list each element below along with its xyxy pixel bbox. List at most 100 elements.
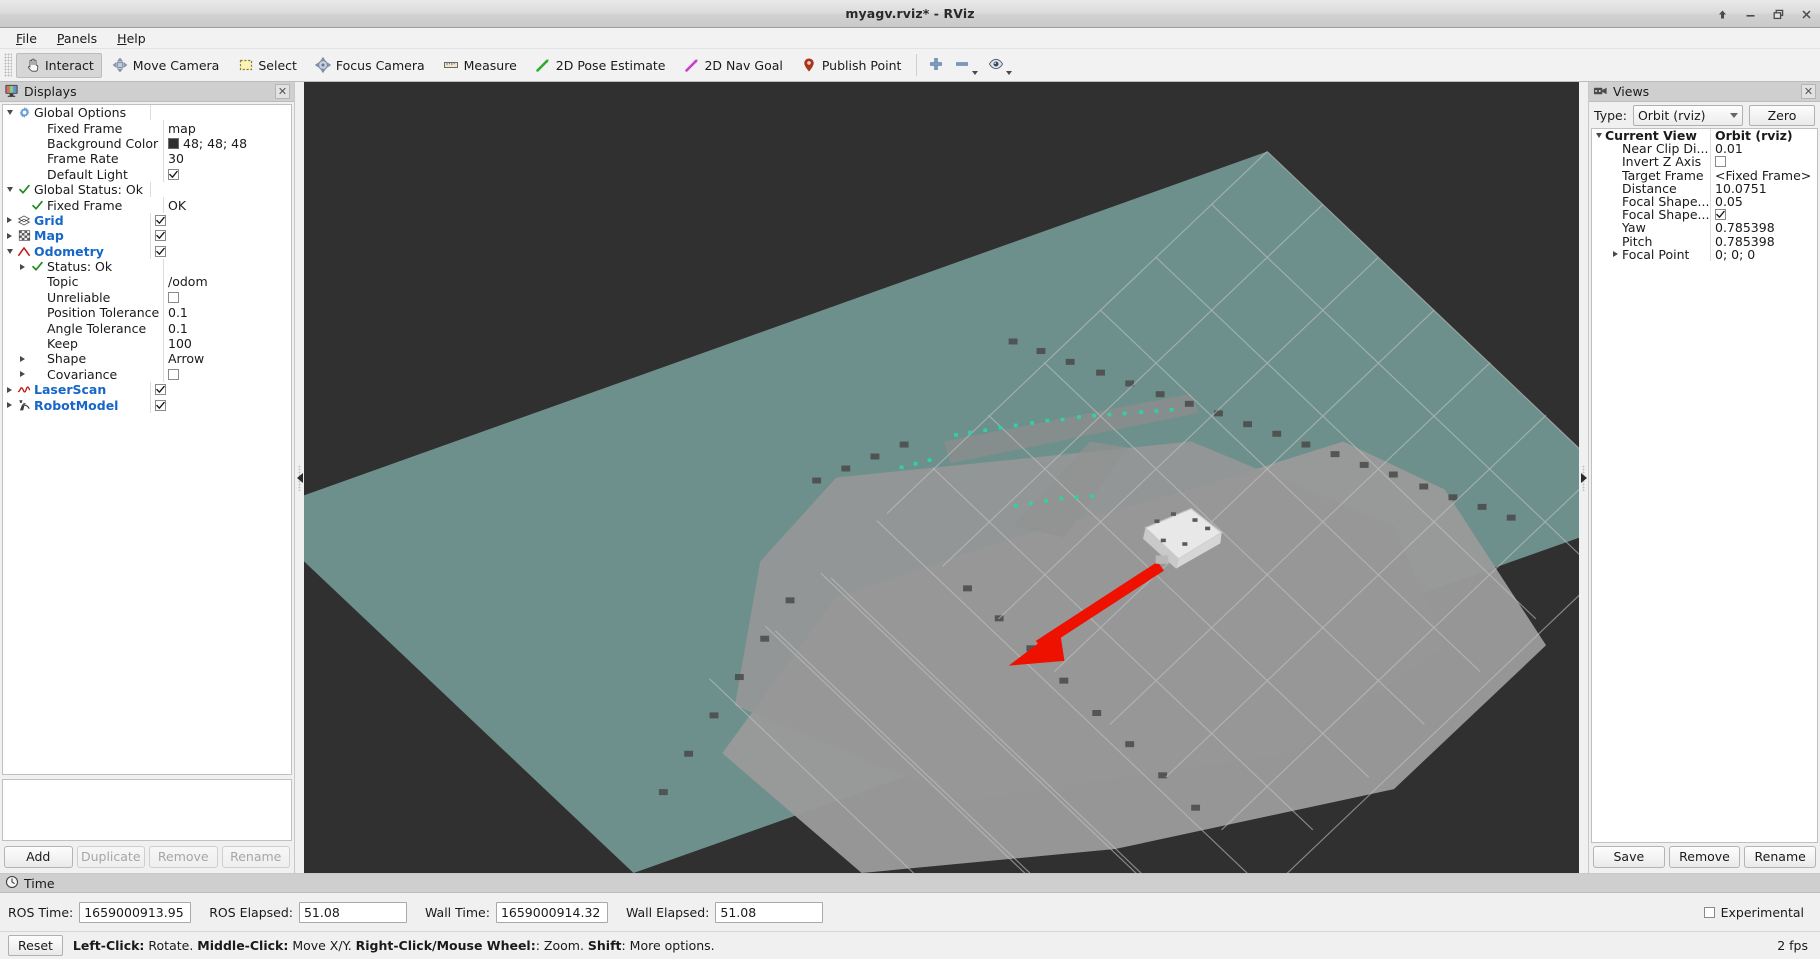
wall-elapsed-input[interactable]: 51.08 — [715, 901, 824, 923]
views-tree[interactable]: Current View Orbit (rviz) Near Clip Di... 0… — [1591, 128, 1818, 843]
minimize-button[interactable] — [1743, 7, 1758, 22]
menu-help[interactable]: Help — [108, 29, 155, 48]
remove-tool-button[interactable] — [951, 53, 981, 78]
view-row-current-view[interactable]: Current View Orbit (rviz) — [1592, 129, 1817, 143]
expand-arrow-right-icon[interactable] — [16, 355, 29, 362]
rename-view-button[interactable]: Rename — [1744, 845, 1817, 868]
view-row-value[interactable]: 0.05 — [1710, 194, 1817, 209]
display-row-value[interactable]: 0.1 — [163, 305, 291, 321]
remove-view-button[interactable]: Remove — [1668, 845, 1741, 868]
view-row-value[interactable] — [1710, 208, 1817, 222]
view-invert-z-axis-checkbox[interactable] — [1715, 156, 1726, 168]
display-row-value[interactable] — [150, 382, 291, 398]
display-row-value[interactable]: 48; 48; 48 — [163, 135, 291, 152]
display-row-robotmodel[interactable]: RobotModel — [3, 397, 291, 413]
right-splitter-handle[interactable] — [1579, 82, 1588, 873]
display-row-fixed-frame[interactable]: Fixed Frame map — [3, 120, 291, 136]
view-row-focal-shape-fixed-size[interactable]: Focal Shape... — [1592, 207, 1817, 222]
menu-panels[interactable]: Panels — [48, 29, 106, 48]
display-robotmodel-checkbox[interactable] — [155, 399, 166, 411]
reset-button[interactable]: Reset — [8, 935, 63, 956]
wall-time-input[interactable]: 1659000914.32 — [495, 901, 608, 923]
zero-view-button[interactable]: Zero — [1749, 104, 1815, 126]
display-row-value[interactable]: OK — [163, 197, 291, 213]
view-row-value[interactable]: 0.785398 — [1710, 221, 1817, 235]
tool-visibility-button[interactable] — [985, 53, 1015, 78]
add-display-button[interactable]: Add — [4, 845, 73, 868]
display-row-value[interactable]: Arrow — [163, 351, 291, 367]
display-odometry-unreliable-checkbox[interactable] — [168, 291, 179, 303]
tool-publish-point[interactable]: Publish Point — [793, 53, 910, 78]
tool-move-camera[interactable]: Move Camera — [104, 53, 228, 78]
tool-select[interactable]: Select — [229, 53, 305, 78]
display-row-frame-rate[interactable]: Frame Rate 30 — [3, 151, 291, 167]
display-default-light-checkbox[interactable] — [168, 168, 179, 180]
display-row-default-light[interactable]: Default Light — [3, 166, 291, 182]
view-row-near-clip-distance[interactable]: Near Clip Di... 0.01 — [1592, 141, 1817, 156]
display-row-odometry-status[interactable]: Status: Ok — [3, 258, 291, 275]
view-row-distance[interactable]: Distance 10.0751 — [1592, 181, 1817, 196]
view-row-value[interactable]: 10.0751 — [1710, 181, 1817, 195]
display-row-odometry-topic[interactable]: Topic/odom — [3, 274, 291, 290]
expand-arrow-down-icon[interactable] — [1592, 133, 1605, 139]
remove-display-button[interactable]: Remove — [149, 845, 218, 868]
expand-arrow-down-icon[interactable] — [3, 187, 16, 193]
duplicate-display-button[interactable]: Duplicate — [76, 845, 145, 868]
tool-focus-camera[interactable]: Focus Camera — [307, 53, 433, 78]
display-row-odometry-keep[interactable]: Keep 100 — [3, 335, 291, 352]
display-row-odometry-position-tolerance[interactable]: Position Tolerance 0.1 — [3, 305, 291, 321]
display-row-odometry-unreliable[interactable]: Unreliable — [3, 289, 291, 306]
view-row-focal-point[interactable]: Focal Point 0; 0; 0 — [1592, 247, 1817, 262]
experimental-toggle[interactable]: Experimental — [1703, 905, 1812, 920]
display-row-value[interactable] — [150, 212, 291, 229]
display-row-value[interactable]: /odom — [163, 274, 291, 290]
display-row-value[interactable]: 30 — [163, 151, 291, 167]
rename-display-button[interactable]: Rename — [221, 845, 290, 868]
view-focal-shape-fixed-size-checkbox[interactable] — [1715, 209, 1726, 221]
view-row-value[interactable]: 0.785398 — [1710, 234, 1817, 248]
view-row-pitch[interactable]: Pitch 0.785398 — [1592, 234, 1817, 249]
display-row-background-color[interactable]: Background Color 48; 48; 48 — [3, 135, 291, 152]
display-row-value[interactable] — [150, 397, 291, 413]
display-odometry-checkbox[interactable] — [155, 245, 166, 257]
display-row-value[interactable]: 100 — [163, 335, 291, 352]
view-row-value[interactable]: 0; 0; 0 — [1710, 247, 1817, 261]
displays-close-button[interactable]: ✕ — [275, 84, 290, 99]
close-button[interactable] — [1799, 7, 1814, 22]
display-row-odometry-shape[interactable]: Shape Arrow — [3, 351, 291, 367]
shade-button[interactable] — [1715, 7, 1730, 22]
3d-viewport[interactable] — [304, 82, 1579, 873]
display-row-value[interactable] — [150, 228, 291, 244]
display-row-grid[interactable]: Grid — [3, 212, 291, 229]
expand-arrow-right-icon[interactable] — [3, 402, 16, 409]
tool-2d-nav-goal[interactable]: 2D Nav Goal — [675, 53, 790, 78]
expand-arrow-right-icon[interactable] — [3, 217, 16, 224]
view-row-target-frame[interactable]: Target Frame <Fixed Frame> — [1592, 168, 1817, 183]
experimental-checkbox[interactable] — [1703, 906, 1715, 918]
display-row-value[interactable] — [163, 166, 291, 182]
display-row-odometry[interactable]: Odometry — [3, 243, 291, 259]
expand-arrow-right-icon[interactable] — [16, 263, 29, 270]
display-laserscan-checkbox[interactable] — [155, 384, 166, 396]
view-row-invert-z-axis[interactable]: Invert Z Axis — [1592, 154, 1817, 169]
left-splitter-handle[interactable] — [295, 82, 304, 873]
view-row-focal-shape-size[interactable]: Focal Shape... 0.05 — [1592, 194, 1817, 209]
tool-measure[interactable]: Measure — [435, 53, 525, 78]
display-odometry-covariance-checkbox[interactable] — [168, 368, 179, 380]
tool-2d-pose-estimate[interactable]: 2D Pose Estimate — [527, 53, 674, 78]
display-grid-checkbox[interactable] — [155, 214, 166, 226]
toolbar-drag-handle[interactable] — [4, 53, 12, 77]
maximize-button[interactable] — [1771, 7, 1786, 22]
expand-arrow-right-icon[interactable] — [3, 386, 16, 393]
view-row-value[interactable]: 0.01 — [1710, 142, 1817, 156]
view-row-value[interactable]: Orbit (rviz) — [1710, 129, 1817, 143]
save-view-button[interactable]: Save — [1593, 845, 1665, 868]
display-row-global-options[interactable]: Global Options — [3, 105, 291, 121]
display-row-value[interactable]: map — [163, 120, 291, 136]
expand-arrow-down-icon[interactable] — [3, 110, 16, 116]
display-row-value[interactable] — [150, 105, 291, 121]
menu-file[interactable]: File — [7, 29, 46, 48]
expand-arrow-right-icon[interactable] — [16, 371, 29, 378]
ros-time-input[interactable]: 1659000913.95 — [79, 901, 192, 923]
display-row-value[interactable] — [163, 366, 291, 383]
